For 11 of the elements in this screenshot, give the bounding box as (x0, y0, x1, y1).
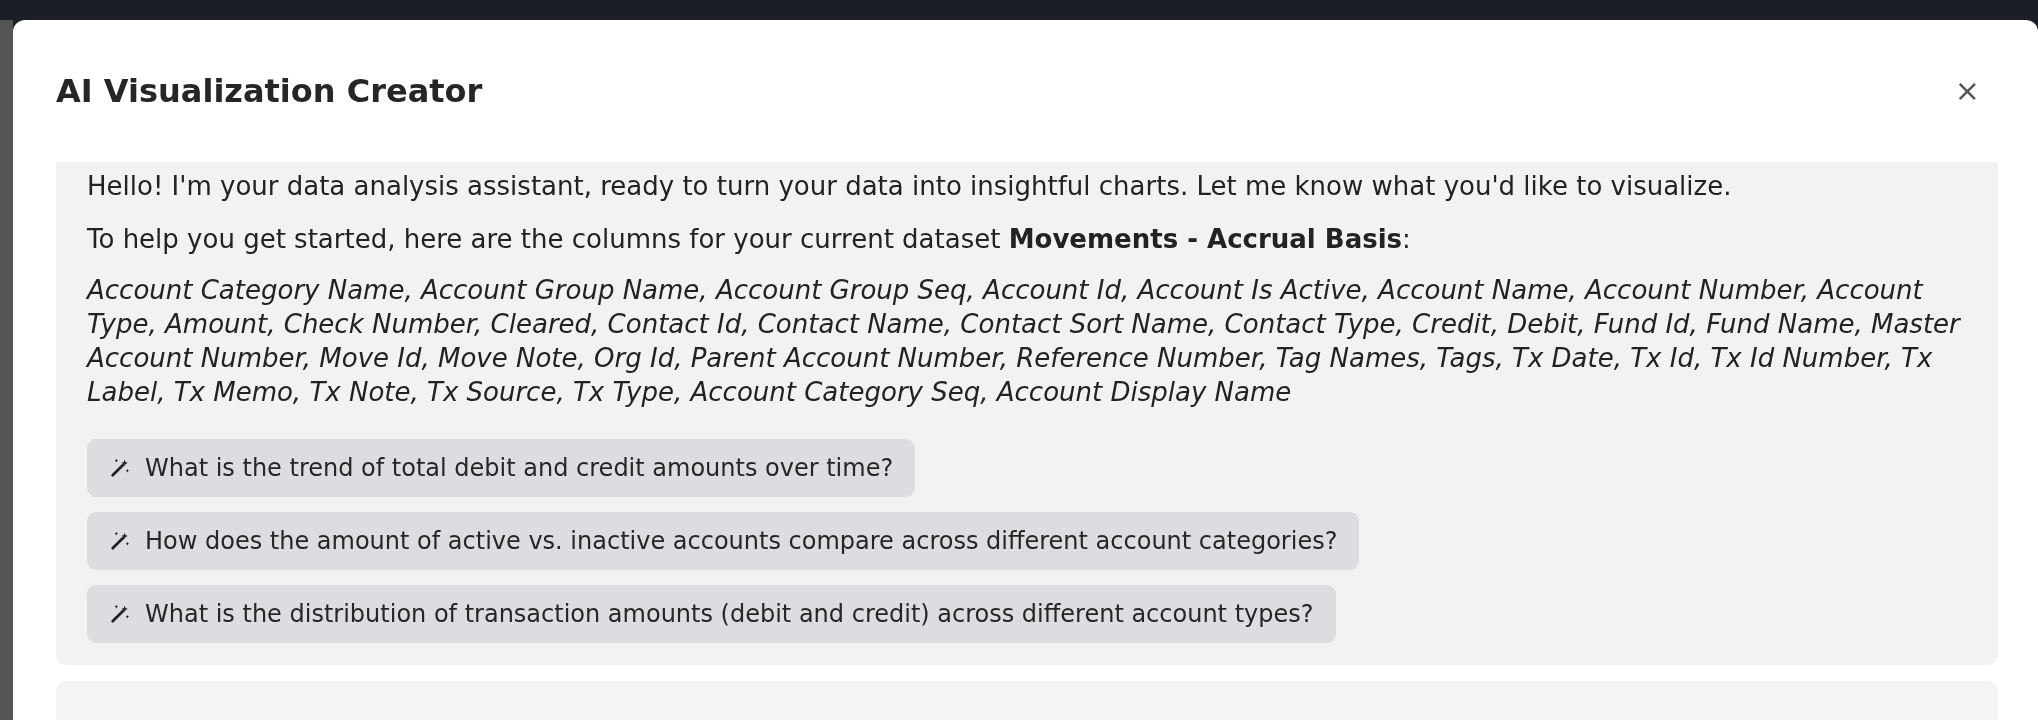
dialog-title: AI Visualization Creator (56, 72, 483, 111)
magic-wand-icon (109, 603, 131, 626)
magic-wand-icon (109, 457, 131, 480)
suggestion-button[interactable]: What is the trend of total debit and credit amounts over time? (87, 439, 916, 498)
magic-wand-icon (109, 530, 131, 553)
greeting-text: Hello! I'm your data analysis assistant, ready to turn your data into insightful charts. Let me know what you'd like to visualize. (87, 170, 1733, 204)
suggestion-button[interactable]: How does the amount of active vs. inactive accounts compare across different account categories? (87, 512, 1360, 571)
close-button[interactable]: × (1954, 76, 1998, 107)
suggestion-button[interactable]: What is the distribution of transaction amounts (debit and credit) across different account types? (87, 585, 1336, 644)
intro-text: To help you get started, here are the columns for your current dataset Movements - Accrual Basis: (87, 223, 1412, 257)
column-list: Account Category Name, Account Group Name, Account Group Seq, Account Id, Account Is Active, Account Name, Account Number, Account Type, Amount, Check Number, Cleared, Contact Id, Contact Name, Contact Sort Name, Contact Type, Credit, Debit, Fund Id, Fund Name, Master Account Number, Move Id, Move Note, Org Id, Parent Account Number, Reference Number, Tag Names, Tags, Tx Date, Tx Id, Tx Id Number, Tx Label, Tx Memo, Tx Note, Tx Source, Tx Type, Account Category Seq, Account Display Name (87, 273, 1968, 410)
